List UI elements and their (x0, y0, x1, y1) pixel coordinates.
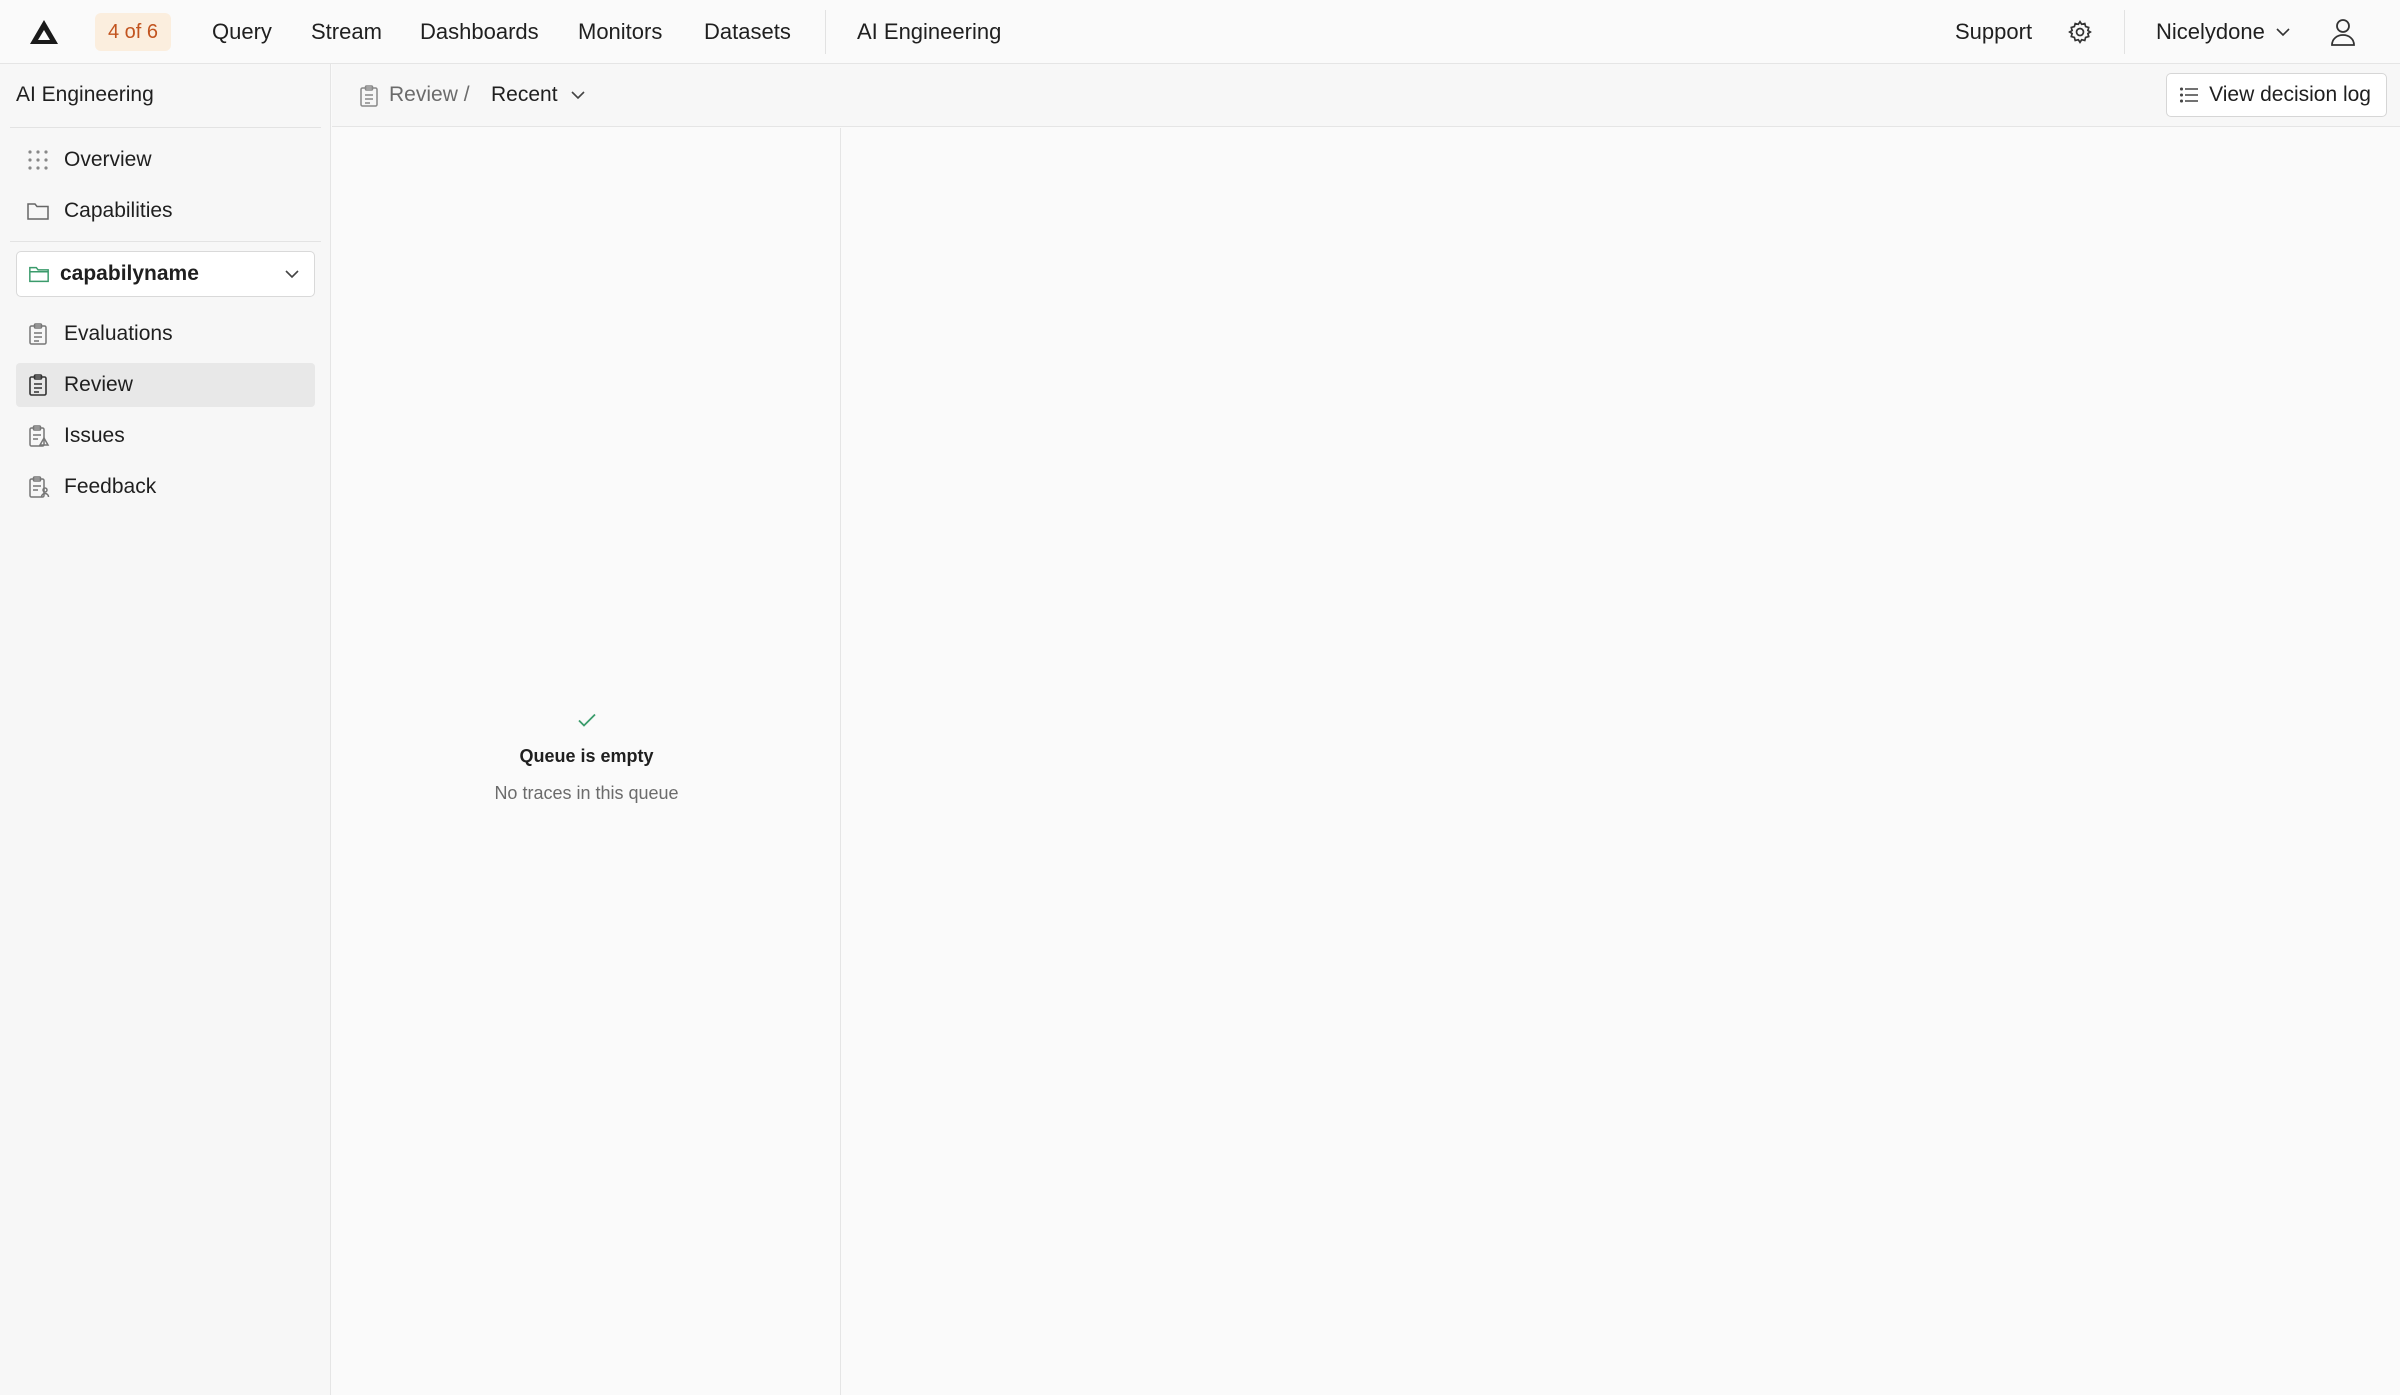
nav-dashboards[interactable]: Dashboards (420, 17, 539, 47)
org-name: Nicelydone (2156, 19, 2265, 44)
view-decision-log-button[interactable]: View decision log (2166, 73, 2387, 117)
view-selector[interactable]: Recent (491, 78, 588, 112)
gear-icon[interactable] (2067, 19, 2093, 45)
nav-datasets[interactable]: Datasets (704, 17, 791, 47)
empty-state-title: Queue is empty (519, 746, 654, 766)
sidebar-item-overview[interactable]: Overview (16, 138, 315, 182)
clipboard-user-icon (29, 476, 50, 498)
sidebar-item-issues[interactable]: Issues (16, 414, 315, 458)
folder-icon (29, 266, 49, 283)
page-header: Review / Recent View decision log (332, 64, 2400, 127)
checkmark-icon (577, 713, 596, 727)
queue-list-pane: Queue is empty No traces in this queue (332, 128, 841, 1395)
chevron-down-icon (2276, 28, 2290, 37)
sidebar-divider (10, 241, 321, 242)
sidebar-item-label: Capabilities (64, 199, 173, 222)
clipboard-warning-icon (29, 425, 50, 447)
sidebar-item-label: Review (64, 373, 133, 396)
nav-stream[interactable]: Stream (311, 17, 382, 47)
clipboard-icon (29, 374, 47, 396)
sidebar-title: AI Engineering (16, 83, 154, 106)
capability-select-value: capabilyname (60, 262, 199, 285)
sidebar: AI Engineering Overview Capabilities cap… (0, 64, 331, 1395)
nav-ai-engineering[interactable]: AI Engineering (857, 17, 1001, 47)
sidebar-item-label: Issues (64, 424, 125, 447)
nav-query[interactable]: Query (212, 17, 272, 47)
capability-select[interactable]: capabilyname (16, 251, 315, 297)
sidebar-item-review[interactable]: Review (16, 363, 315, 407)
clipboard-icon (29, 323, 47, 345)
logo-icon[interactable] (28, 18, 60, 46)
top-nav-bar: 4 of 6 Query Stream Dashboards Monitors … (0, 0, 2400, 64)
trace-detail-pane (842, 128, 2400, 1395)
nav-divider (825, 10, 826, 54)
support-link[interactable]: Support (1955, 17, 2032, 47)
sidebar-item-feedback[interactable]: Feedback (16, 465, 315, 509)
nav-divider-right (2124, 10, 2125, 54)
sidebar-item-capabilities[interactable]: Capabilities (16, 189, 315, 233)
folder-icon (27, 203, 49, 220)
org-switcher[interactable]: Nicelydone (2156, 17, 2293, 47)
sidebar-item-label: Evaluations (64, 322, 173, 345)
sidebar-item-evaluations[interactable]: Evaluations (16, 312, 315, 356)
view-decision-log-label: View decision log (2209, 83, 2371, 106)
sidebar-item-label: Feedback (64, 475, 157, 498)
grid-dots-icon (28, 150, 48, 170)
view-selector-label: Recent (491, 83, 558, 106)
user-icon[interactable] (2329, 17, 2357, 47)
empty-state-subtitle: No traces in this queue (494, 783, 679, 803)
list-icon (2180, 87, 2199, 103)
chevron-down-icon (285, 270, 299, 279)
sidebar-divider (10, 127, 321, 128)
onboarding-step-badge[interactable]: 4 of 6 (95, 13, 172, 51)
chevron-down-icon (570, 91, 585, 100)
nav-monitors[interactable]: Monitors (578, 17, 662, 47)
sidebar-item-label: Overview (64, 148, 152, 171)
empty-state: Queue is empty No traces in this queue (332, 708, 841, 804)
clipboard-icon (360, 85, 378, 107)
breadcrumb-review[interactable]: Review / (389, 81, 470, 109)
